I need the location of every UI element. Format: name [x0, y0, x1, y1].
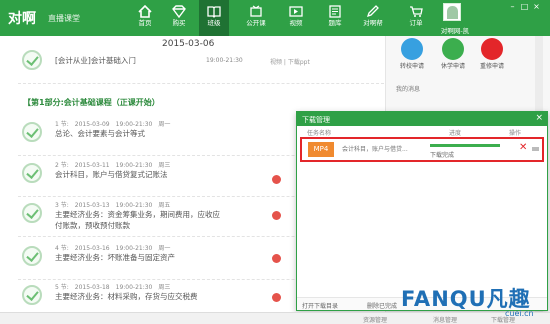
intro-lesson-row[interactable]: [会计从业]会计基础入门 19:00-21:30 视频 | 下载ppt [18, 40, 384, 84]
download-marker-icon [272, 211, 281, 220]
lesson-title[interactable]: 总论、会计要素与会计等式 [55, 128, 145, 139]
question-bank-icon [329, 5, 341, 18]
nav-class[interactable]: 班级 [199, 0, 229, 36]
retake-course-button[interactable]: 重修申请 [477, 36, 507, 70]
lesson-title[interactable]: 主要经济业务：资金筹集业务，期间费用，应收应 [55, 209, 220, 220]
download-progress-fill [430, 144, 500, 147]
minimize-icon: – [510, 2, 515, 11]
download-item-name: 会计科目，账户与借贷... [342, 146, 408, 153]
completed-check-icon [22, 122, 42, 142]
dialog-close-button[interactable]: × [535, 113, 543, 123]
column-progress: 进度 [449, 130, 462, 137]
transfer-icon [401, 38, 423, 60]
download-list-header: 任务名称 进度 操作 [297, 126, 547, 137]
cart-icon [410, 6, 423, 17]
close-icon: × [533, 2, 540, 11]
lesson-meta: 5 节: 2015-03-18 19:00-21:30 周三 [55, 284, 171, 291]
minimize-button[interactable]: – [507, 2, 518, 12]
completed-check-icon [22, 203, 42, 223]
lesson-title[interactable]: 主要经济业务：材料采购，存货与应交税费 [55, 291, 198, 302]
intro-lesson-time: 19:00-21:30 [206, 57, 243, 64]
folder-icon[interactable] [532, 147, 539, 151]
lesson-title[interactable]: 会计科目，账户与借贷复式记账法 [55, 169, 168, 180]
nav-home-label: 首页 [138, 19, 152, 27]
nav-duia-help[interactable]: 对啊帮 [358, 0, 388, 36]
top-navigation-bar: 对啊 直播课堂 首页 购买 班级 公开课 视频 题库 对啊帮 订单 对啊网-凯 … [0, 0, 550, 36]
intro-lesson-title[interactable]: [会计从业]会计基础入门 [55, 55, 136, 66]
completed-check-icon [22, 285, 42, 305]
video-icon [289, 6, 303, 17]
close-icon: × [535, 113, 543, 123]
nav-buy[interactable]: 购买 [164, 0, 194, 36]
format-badge: MP4 [308, 142, 334, 157]
pause-icon [442, 38, 464, 60]
book-icon [207, 6, 221, 18]
suspend-study-button[interactable]: 休学申请 [438, 36, 468, 70]
column-task-name: 任务名称 [307, 130, 332, 137]
user-avatar[interactable] [443, 3, 461, 21]
section-title: 【第1部分:会计基础课程（正课开始） [23, 98, 160, 107]
nav-question-bank[interactable]: 题库 [320, 0, 350, 36]
completed-check-icon [22, 50, 42, 70]
nav-orders-label: 订单 [409, 19, 423, 27]
nav-home[interactable]: 首页 [130, 0, 160, 36]
site-watermark: FANQU凡趣 cuei.cn [389, 277, 550, 324]
transfer-school-label: 转校申请 [399, 63, 424, 70]
lesson-title[interactable]: 主要经济业务：坏账准备与固定资产 [55, 252, 175, 263]
nav-question-bank-label: 题库 [328, 19, 342, 27]
nav-buy-label: 购买 [172, 19, 186, 27]
nav-duia-help-label: 对啊帮 [363, 19, 383, 27]
watermark-url: cuei.cn [505, 309, 534, 318]
app-logo: 对啊 [8, 11, 36, 27]
nav-video[interactable]: 视频 [281, 0, 311, 36]
lesson-title-continued[interactable]: 付账款，预收预付账款 [55, 220, 130, 231]
delete-download-button[interactable]: ✕ [519, 142, 527, 154]
repeat-icon [481, 38, 503, 60]
lesson-meta: 4 节: 2015-03-16 19:00-21:30 周一 [55, 245, 171, 252]
close-window-button[interactable]: × [531, 2, 542, 12]
user-silhouette-icon [447, 6, 458, 19]
app-logo-subtitle: 直播课堂 [48, 14, 80, 23]
download-marker-icon [272, 254, 281, 263]
completed-check-icon [22, 246, 42, 266]
intro-lesson-links[interactable]: 视频 | 下载ppt [270, 57, 310, 66]
broadcast-icon [250, 5, 262, 17]
download-marker-icon [272, 175, 281, 184]
download-status: 下载完成 [430, 152, 455, 159]
home-icon [138, 5, 152, 18]
download-item[interactable]: MP4 会计科目，账户与借贷... 下载完成 ✕ [300, 137, 544, 162]
suspend-study-label: 休学申请 [440, 63, 465, 70]
lesson-meta: 1 节: 2015-03-09 19:00-21:30 周一 [55, 121, 171, 128]
nav-orders[interactable]: 订单 [401, 0, 431, 36]
completed-check-icon [22, 163, 42, 183]
messages-title[interactable]: 我的消息 [396, 84, 420, 93]
column-actions: 操作 [509, 130, 522, 137]
lesson-meta: 3 节: 2015-03-13 19:00-21:30 周五 [55, 202, 171, 209]
transfer-school-button[interactable]: 转校申请 [397, 36, 427, 70]
retake-course-label: 重修申请 [479, 63, 504, 70]
lesson-meta: 2 节: 2015-03-11 19:00-21:30 周三 [55, 162, 171, 169]
nav-public-course[interactable]: 公开课 [241, 0, 271, 36]
delete-icon: ✕ [519, 142, 528, 153]
nav-public-course-label: 公开课 [246, 19, 266, 27]
diamond-icon [172, 5, 186, 18]
nav-class-label: 班级 [207, 19, 221, 27]
resource-manager-link[interactable]: 资源管理 [363, 315, 387, 324]
open-download-folder-button[interactable]: 打开下载目录 [302, 301, 338, 310]
dialog-title: 下载管理 [302, 116, 330, 124]
nav-video-label: 视频 [289, 19, 303, 27]
maximize-icon: □ [520, 2, 529, 11]
download-progress-bar [430, 144, 500, 147]
maximize-button[interactable]: □ [519, 2, 530, 12]
user-name-label[interactable]: 对啊网-凯 [430, 25, 480, 35]
pencil-icon [366, 5, 379, 18]
dialog-header[interactable]: 下载管理 × [297, 112, 547, 126]
download-marker-icon [272, 293, 281, 302]
